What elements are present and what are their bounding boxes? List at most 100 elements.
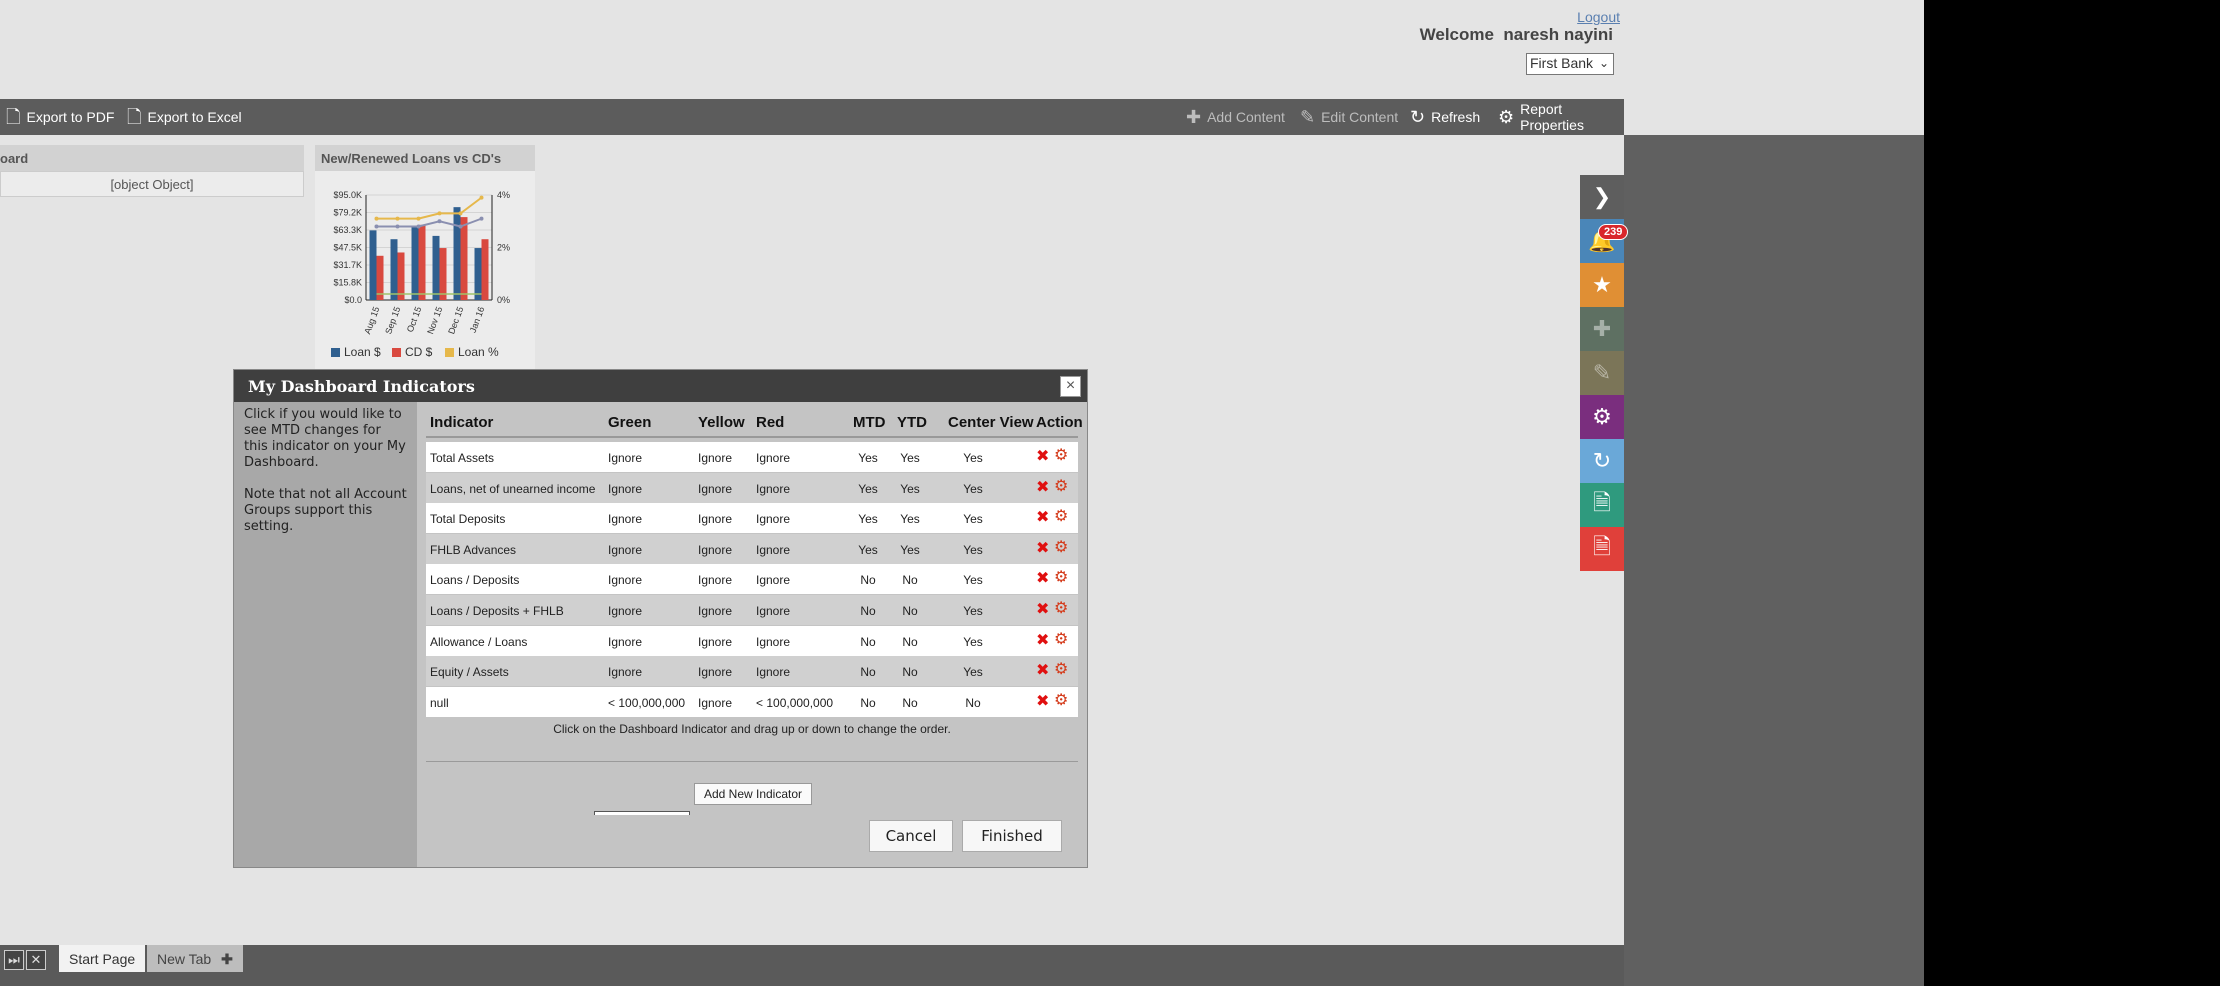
settings-gear-icon[interactable]: ⚙ xyxy=(1054,601,1068,617)
settings-gear-icon[interactable]: ⚙ xyxy=(1054,662,1068,678)
legend-swatch xyxy=(331,348,340,357)
settings-gear-icon[interactable]: ⚙ xyxy=(1054,539,1068,556)
side-pencil-icon[interactable]: ✎ xyxy=(1580,351,1624,395)
indicator-table-header: Indicator Green Yellow Red MTD YTD Cente… xyxy=(426,412,1083,438)
bar-1 xyxy=(460,217,468,300)
cell-red: Ignore xyxy=(756,512,791,527)
logout-link[interactable]: Logout xyxy=(1577,9,1620,25)
bank-select-value: First Bank xyxy=(1530,55,1594,71)
y2-tick-label: 4% xyxy=(497,190,510,200)
side-plus-icon[interactable]: ✚ xyxy=(1580,307,1624,351)
cell-ytd: Yes xyxy=(900,451,920,465)
settings-gear-icon[interactable]: ⚙ xyxy=(1054,448,1068,464)
skip-end-icon[interactable]: ⏭ xyxy=(4,950,24,970)
delete-icon[interactable]: ✖ xyxy=(1036,478,1049,495)
cell-mtd: No xyxy=(860,604,876,618)
cell-yellow: Ignore xyxy=(698,481,733,496)
cell-indicator: Equity / Assets xyxy=(430,665,509,680)
plus-icon: ✚ xyxy=(1186,107,1202,127)
series-point-2 xyxy=(395,216,400,221)
add-new-indicator-button[interactable]: Add New Indicator xyxy=(694,783,812,805)
delete-icon[interactable]: ✖ xyxy=(1036,570,1049,586)
delete-icon[interactable]: ✖ xyxy=(1036,631,1049,648)
report-properties-button[interactable]: ⚙ Report Properties xyxy=(1498,99,1624,135)
col-red: Red xyxy=(756,414,785,431)
cell-green: Ignore xyxy=(608,542,643,557)
tab-start-page[interactable]: Start Page xyxy=(59,945,146,972)
bank-select[interactable]: First Bank ⌄ xyxy=(1526,53,1614,75)
cell-mtd: No xyxy=(860,665,876,680)
outer-margin xyxy=(1924,0,2220,986)
series-point-3 xyxy=(395,224,400,229)
cancel-button[interactable]: Cancel xyxy=(869,820,953,852)
settings-gear-icon[interactable]: ⚙ xyxy=(1054,631,1068,648)
side-refresh-icon[interactable]: ↻ xyxy=(1580,439,1624,483)
close-all-tabs-icon[interactable]: ✕ xyxy=(26,950,46,970)
delete-icon[interactable]: ✖ xyxy=(1036,692,1049,709)
dialog-title: My Dashboard Indicators xyxy=(234,370,1087,402)
series-point-3 xyxy=(374,224,379,229)
cell-yellow: Ignore xyxy=(698,512,733,527)
settings-gear-icon[interactable]: ⚙ xyxy=(1054,692,1068,709)
tab-new-tab[interactable]: New Tab ✚ xyxy=(147,945,243,972)
delete-icon[interactable]: ✖ xyxy=(1036,448,1049,464)
indicator-row[interactable]: Loans / Deposits Ignore Ignore Ignore No No Ye… xyxy=(426,564,1078,595)
export-excel-button[interactable]: 🗋 Export to Excel xyxy=(127,99,242,135)
export-pdf-label: Export to PDF xyxy=(26,109,115,125)
y-tick-label: $95.0K xyxy=(333,190,362,200)
add-content-button[interactable]: ✚ Add Content xyxy=(1186,99,1285,135)
cell-center-view: Yes xyxy=(963,451,983,465)
col-action: Action xyxy=(1036,414,1083,431)
finished-button[interactable]: Finished xyxy=(962,820,1062,852)
side-star-icon[interactable]: ★ xyxy=(1580,263,1624,307)
export-pdf-button[interactable]: 🗋 Export to PDF xyxy=(6,99,114,135)
cell-green: Ignore xyxy=(608,451,643,465)
indicator-row[interactable]: Total Deposits Ignore Ignore Ignore Yes Yes Ye… xyxy=(426,503,1078,534)
loans-vs-cds-chart: $95.0K $79.2K $63.3K $47.5K $31.7K $15.8K $0.0… xyxy=(331,190,510,359)
export-excel-label: Export to Excel xyxy=(147,109,242,125)
indicator-row[interactable]: Loans / Deposits + FHLB Ignore Ignore Ignor… xyxy=(426,595,1078,625)
bar-0 xyxy=(390,239,398,300)
settings-gear-icon[interactable]: ⚙ xyxy=(1054,478,1068,495)
cell-ytd: Yes xyxy=(900,512,920,527)
indicator-row[interactable]: FHLB Advances Ignore Ignore Ignore Yes Yes Yes… xyxy=(426,533,1078,564)
edit-content-button[interactable]: ✎ Edit Content xyxy=(1300,99,1398,135)
settings-gear-icon[interactable]: ⚙ xyxy=(1054,509,1068,525)
indicator-row[interactable]: Loans, net of unearned income Ignore Ignor… xyxy=(426,472,1078,503)
series-point-3 xyxy=(479,216,484,221)
notification-count-badge: 239 xyxy=(1598,224,1629,240)
col-center-view: Center View xyxy=(948,414,1034,431)
indicator-row[interactable]: Allowance / Loans Ignore Ignore Ignore No No Y… xyxy=(426,625,1078,656)
close-icon[interactable]: × xyxy=(1060,376,1081,397)
widget-dashboard-body: [object Object] xyxy=(0,171,304,197)
cell-red: Ignore xyxy=(756,542,791,557)
add-content-label: Add Content xyxy=(1207,109,1285,125)
side-excel-icon[interactable]: 🗎 xyxy=(1580,483,1624,527)
series-point-2 xyxy=(479,195,484,200)
indicator-select-stub[interactable] xyxy=(594,811,690,815)
settings-gear-icon[interactable]: ⚙ xyxy=(1054,570,1068,586)
series-point-3 xyxy=(416,224,421,229)
cell-center-view: Yes xyxy=(963,542,983,557)
delete-icon[interactable]: ✖ xyxy=(1036,509,1049,525)
cell-center-view: Yes xyxy=(963,634,983,649)
widget-chart-header[interactable]: New/Renewed Loans vs CD's xyxy=(315,145,535,171)
plus-icon: ✚ xyxy=(221,951,233,967)
pdf-file-icon: 🗋 xyxy=(6,107,21,127)
delete-icon[interactable]: ✖ xyxy=(1036,539,1049,556)
delete-icon[interactable]: ✖ xyxy=(1036,601,1049,617)
indicator-row[interactable]: null < 100,000,000 Ignore < 100,000,000 No No… xyxy=(426,686,1078,717)
cell-mtd: No xyxy=(860,573,876,588)
widget-dashboard-header[interactable]: oard xyxy=(0,145,304,171)
side-pdf-icon[interactable]: 🗎 xyxy=(1580,527,1624,571)
y2-tick-label: 2% xyxy=(497,243,510,253)
side-expand-chevron-icon[interactable]: ❯ xyxy=(1580,175,1624,219)
delete-icon[interactable]: ✖ xyxy=(1036,662,1049,678)
cell-red: < 100,000,000 xyxy=(756,695,834,710)
pencil-icon: ✎ xyxy=(1300,107,1316,127)
indicator-row[interactable]: Total Assets Ignore Ignore Ignore Yes Yes Yes ✖… xyxy=(426,442,1078,472)
widget-chart-body: $95.0K $79.2K $63.3K $47.5K $31.7K $15.8K $0.0… xyxy=(315,171,535,371)
side-gear-icon[interactable]: ⚙ xyxy=(1580,395,1624,439)
refresh-button[interactable]: ↻ Refresh xyxy=(1410,99,1480,135)
indicator-row[interactable]: Equity / Assets Ignore Ignore Ignore No No Yes… xyxy=(426,656,1078,687)
